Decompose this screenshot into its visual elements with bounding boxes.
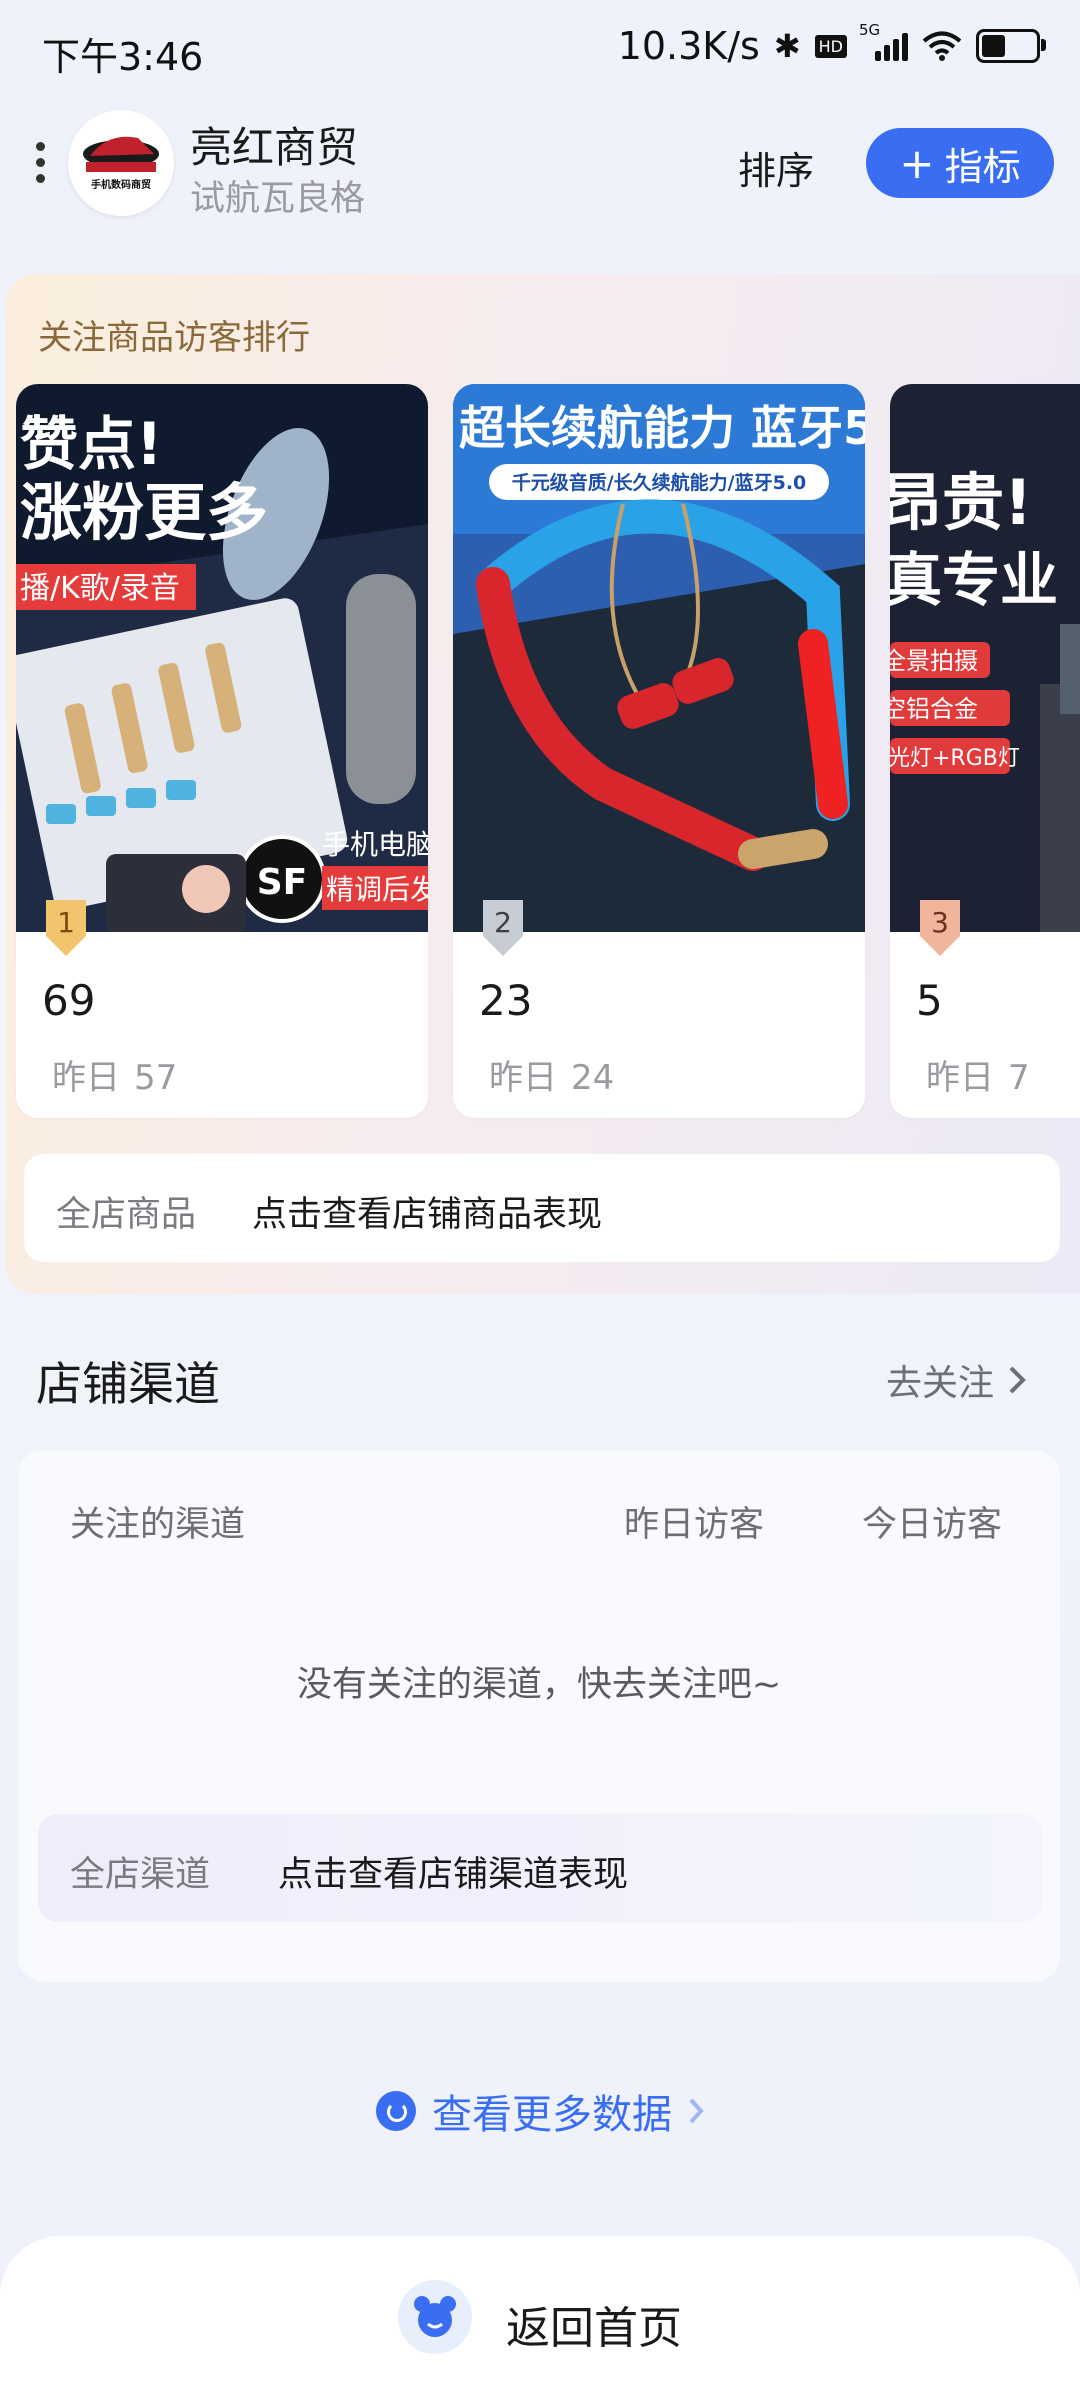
- yesterday-label: 昨日: [489, 1058, 557, 1098]
- status-bar: 下午3:46 10.3K/s ✱ HD 5G: [0, 0, 1080, 96]
- product-image-text: 超长续航能力 蓝牙5.: [459, 401, 865, 455]
- product-card-list[interactable]: 赞点! 涨粉更多 播/K歌/录音 SF 手机电脑 精调后发 1 69 昨日 57…: [16, 384, 1080, 1120]
- plus-icon: +: [899, 138, 935, 188]
- shop-logo-icon: 手机数码商贸: [83, 136, 159, 191]
- yesterday-value: 24: [571, 1058, 615, 1098]
- rank-badge: 2: [477, 896, 529, 956]
- rank-number: 3: [931, 906, 949, 939]
- sort-button[interactable]: 排序: [738, 140, 814, 195]
- visitor-count: 69: [42, 976, 96, 1025]
- return-home-button[interactable]: 返回首页: [506, 2292, 682, 2356]
- add-indicator-button[interactable]: + 指标: [866, 128, 1054, 198]
- yesterday-value: 7: [1008, 1058, 1030, 1098]
- all-channels-label: 全店渠道: [70, 1855, 211, 1895]
- all-products-label: 全店商品: [56, 1195, 197, 1235]
- rank-number: 1: [57, 906, 75, 939]
- yesterday-visitors: 昨日 57: [52, 1050, 177, 1099]
- all-store-channels-row[interactable]: 全店渠道 点击查看店铺渠道表现: [38, 1814, 1042, 1922]
- product-image-text: 全景拍摄: [890, 647, 978, 675]
- svg-text:SF: SF: [257, 862, 308, 903]
- yesterday-label: 昨日: [926, 1058, 994, 1098]
- signal-icon: 5G: [859, 21, 908, 61]
- yesterday-label: 昨日: [52, 1058, 120, 1098]
- product-card[interactable]: 超长续航能力 蓝牙5. 千元级音质/长久续航能力/蓝牙5.0 2 23 昨日 2…: [453, 384, 865, 1118]
- visitor-count: 23: [479, 976, 533, 1025]
- product-image-text: 赞点!: [20, 410, 162, 478]
- shop-header: 手机数码商贸 亮红商贸 试航瓦良格 排序 + 指标: [0, 100, 1080, 230]
- yesterday-visitors: 昨日 7: [926, 1050, 1030, 1099]
- product-image-text: 播/K歌/录音: [20, 571, 180, 606]
- chevron-right-icon: [1009, 1366, 1026, 1394]
- network-speed: 10.3K/s: [617, 24, 760, 68]
- all-channels-link-text: 点击查看店铺渠道表现: [278, 1855, 629, 1895]
- ranking-title: 关注商品访客排行: [38, 318, 310, 358]
- view-more-data-label: 查看更多数据: [432, 2092, 672, 2138]
- product-image: 赞点! 涨粉更多 播/K歌/录音 SF 手机电脑 精调后发: [16, 384, 428, 932]
- all-products-link-text: 点击查看店铺商品表现: [252, 1195, 603, 1235]
- product-image-text: 手机电脑: [322, 828, 428, 861]
- all-store-products-row[interactable]: 全店商品 点击查看店铺商品表现: [24, 1154, 1060, 1262]
- add-indicator-label: 指标: [944, 144, 1021, 189]
- product-image-text: 真专业: [890, 546, 1058, 614]
- bear-home-icon[interactable]: [398, 2280, 472, 2354]
- go-follow-label: 去关注: [886, 1363, 995, 1404]
- shop-name: 亮红商贸: [190, 123, 359, 172]
- rank-badge: 3: [914, 896, 966, 956]
- visitor-count: 5: [916, 976, 943, 1025]
- empty-channels-message: 没有关注的渠道，快去关注吧~: [296, 1665, 782, 1705]
- compass-icon: [376, 2091, 416, 2131]
- bluetooth-icon: ✱: [773, 27, 801, 65]
- product-image: 超长续航能力 蓝牙5. 千元级音质/长久续航能力/蓝牙5.0: [453, 384, 865, 932]
- product-visitor-ranking: 关注商品访客排行 赞点! 涨粉更多 播/K歌/录音 SF 手机电脑 精调后发 1…: [6, 274, 1080, 1294]
- go-follow-link[interactable]: 去关注: [886, 1354, 1026, 1406]
- product-image-text: 精调后发: [326, 873, 428, 906]
- wifi-icon: [922, 31, 962, 61]
- network-type-label: 5G: [859, 21, 881, 39]
- product-card[interactable]: 赞点! 涨粉更多 播/K歌/录音 SF 手机电脑 精调后发 1 69 昨日 57: [16, 384, 428, 1118]
- product-image: 昂贵! 真专业 全景拍摄 航空铝合金 补光灯+RGB灯: [890, 384, 1080, 932]
- view-more-data-link[interactable]: 查看更多数据: [0, 2082, 1080, 2140]
- product-image-text: 千元级音质/长久续航能力/蓝牙5.0: [512, 471, 807, 494]
- status-icons: 10.3K/s ✱ HD 5G: [617, 21, 1046, 68]
- product-image-text: 航空铝合金: [890, 695, 978, 723]
- bottom-bar: 返回首页: [0, 2236, 1080, 2400]
- column-followed-channels: 关注的渠道: [70, 1505, 246, 1545]
- rank-number: 2: [494, 906, 512, 939]
- product-image-text: 涨粉更多: [20, 476, 268, 549]
- chevron-right-icon: [689, 2098, 704, 2124]
- product-image-text: 补光灯+RGB灯: [890, 746, 1020, 771]
- product-card[interactable]: 昂贵! 真专业 全景拍摄 航空铝合金 补光灯+RGB灯 3: [890, 384, 1080, 1118]
- shop-avatar[interactable]: 手机数码商贸: [68, 110, 174, 216]
- battery-icon: [976, 29, 1046, 63]
- product-image-text: 昂贵!: [890, 466, 1032, 539]
- hd-icon: HD: [814, 34, 847, 58]
- yesterday-visitors: 昨日 24: [489, 1050, 614, 1099]
- channels-title: 店铺渠道: [36, 1357, 220, 1411]
- channel-table: 关注的渠道 昨日访客 今日访客 没有关注的渠道，快去关注吧~ 全店渠道 点击查看…: [18, 1450, 1060, 1982]
- shop-logo-text: 手机数码商贸: [91, 178, 151, 191]
- more-menu-icon[interactable]: [36, 142, 48, 186]
- status-time: 下午3:46: [42, 35, 204, 79]
- column-yesterday-visitors: 昨日访客: [624, 1505, 765, 1545]
- rank-badge: 1: [40, 896, 92, 956]
- yesterday-value: 57: [134, 1058, 178, 1098]
- shop-subtitle: 试航瓦良格: [190, 179, 366, 219]
- column-today-visitors: 今日访客: [862, 1505, 1003, 1545]
